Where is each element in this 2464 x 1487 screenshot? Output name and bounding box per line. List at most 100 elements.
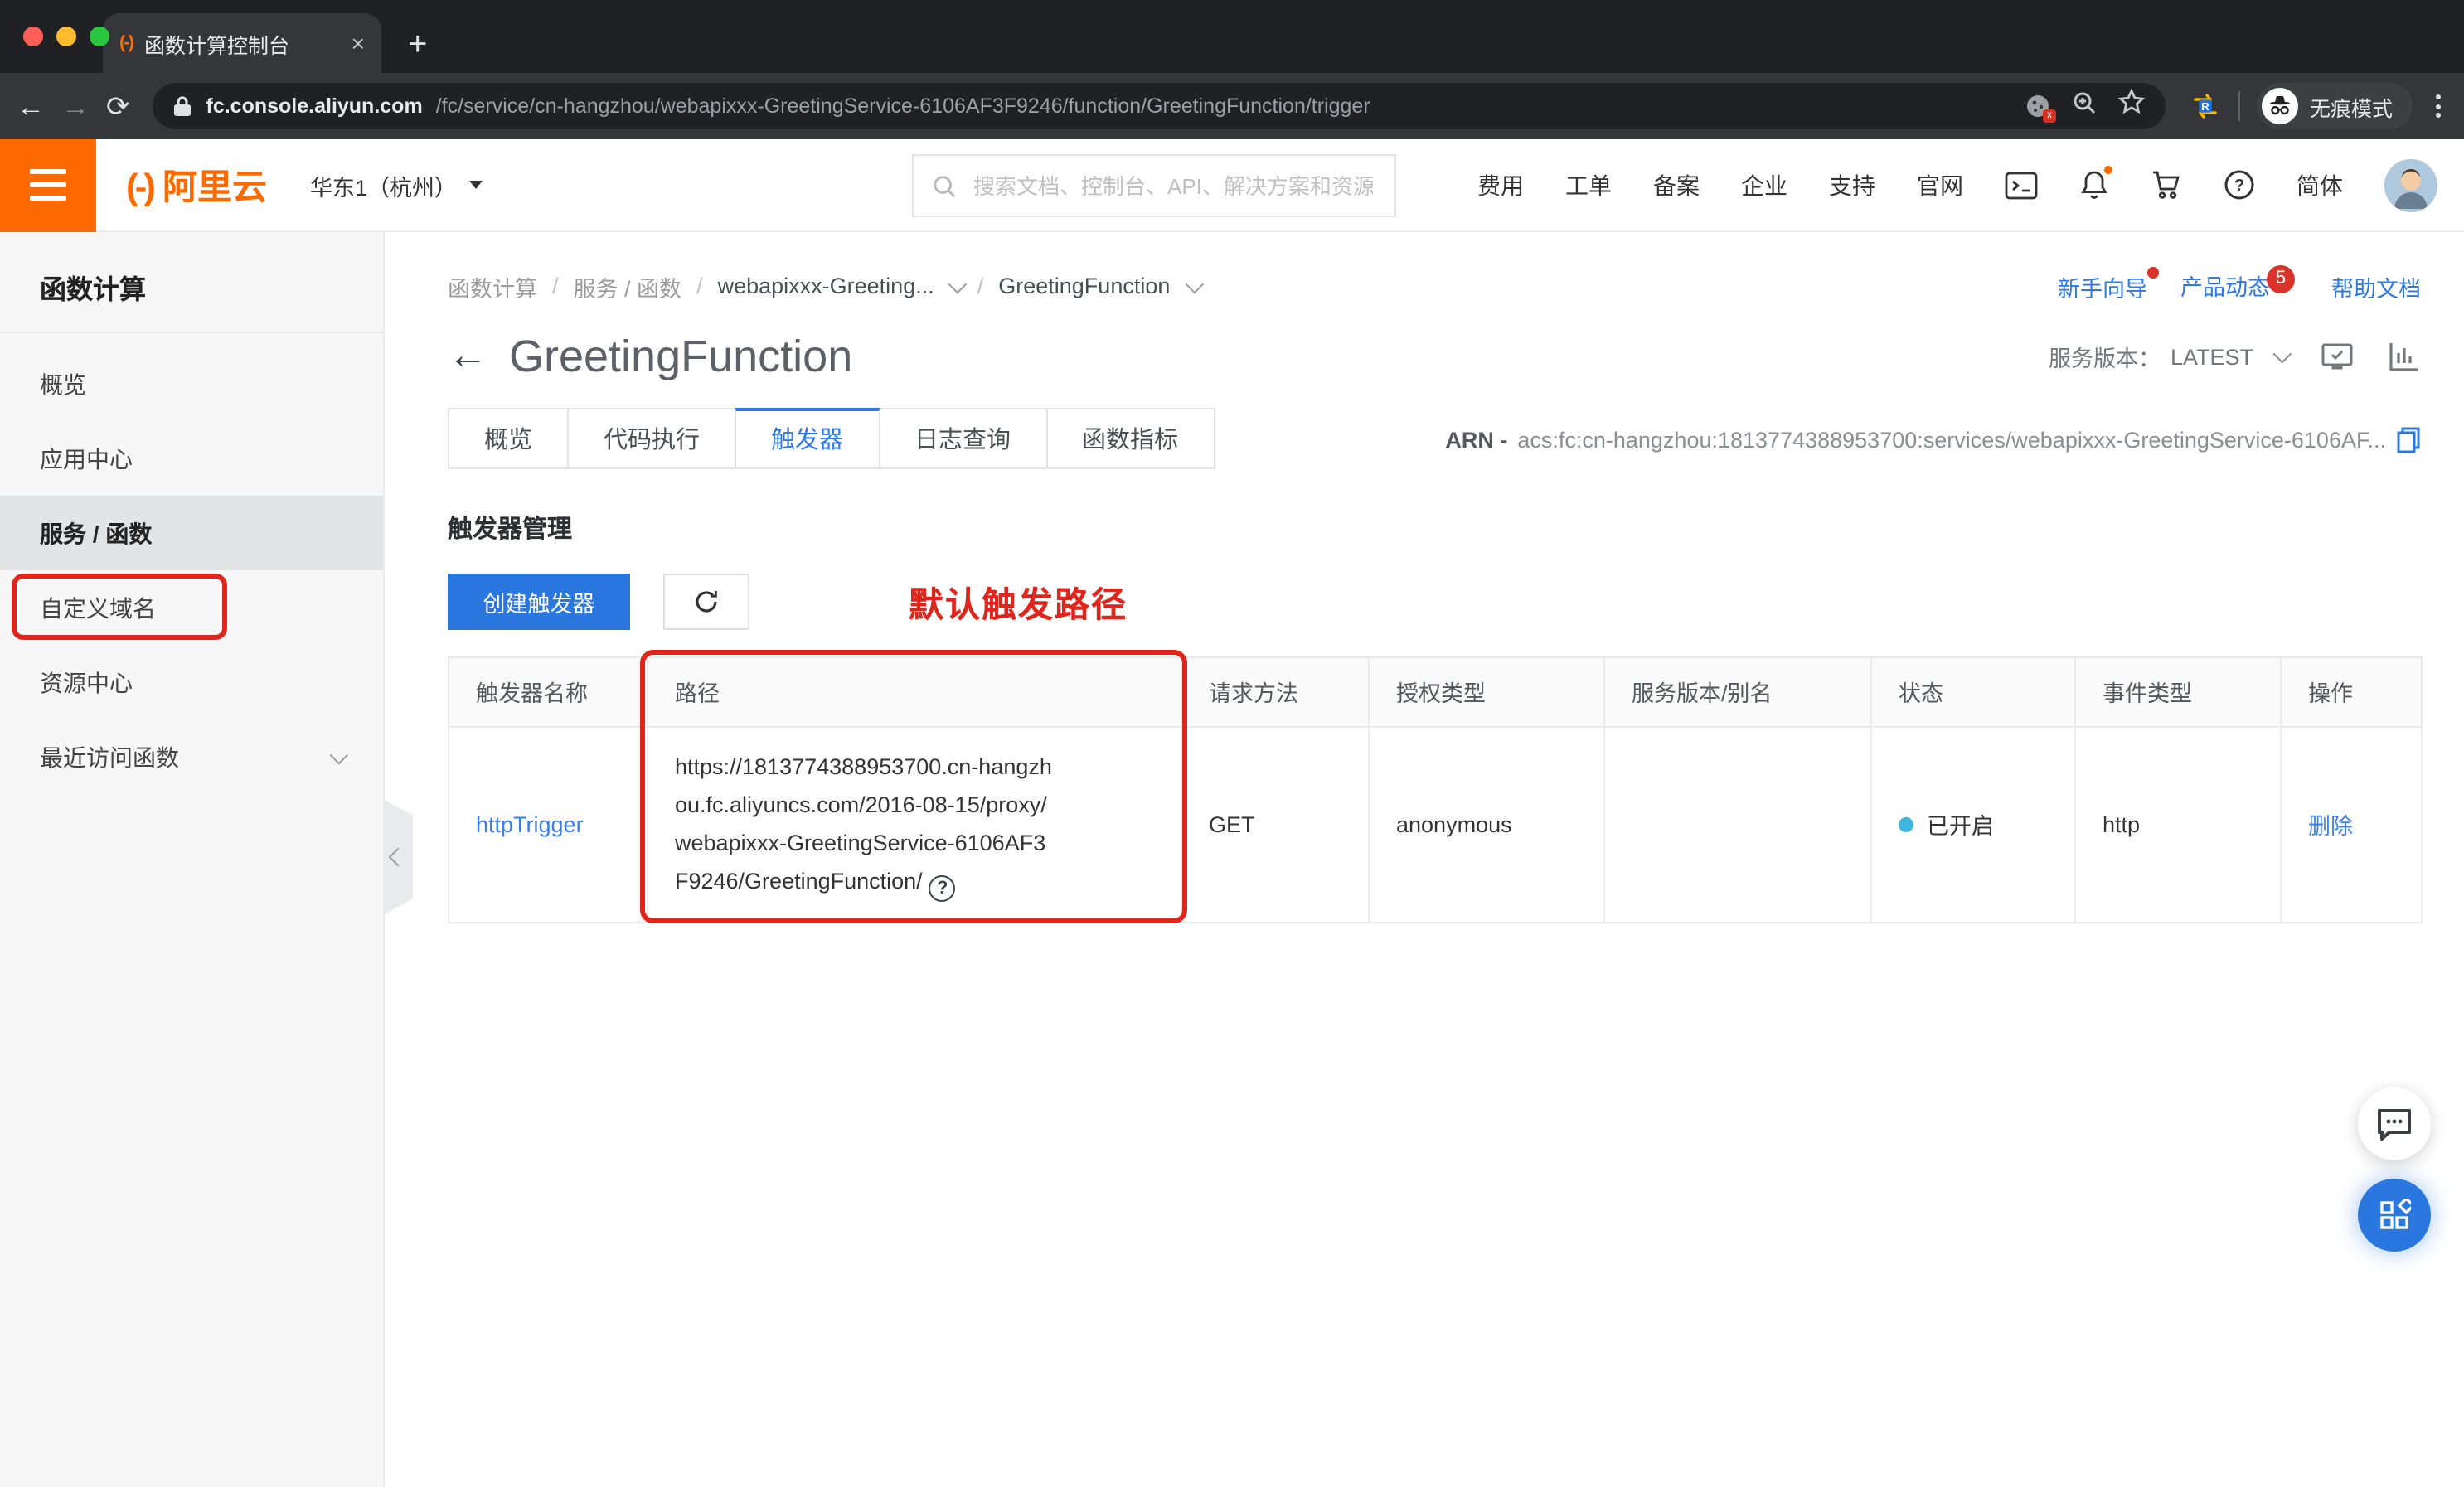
- window-zoom-button[interactable]: [90, 27, 109, 46]
- caret-down-icon: [468, 181, 482, 189]
- incognito-icon: [2261, 88, 2298, 124]
- help-icon[interactable]: ?: [2224, 169, 2255, 201]
- sidebar-item-resource-center[interactable]: 资源中心: [0, 645, 383, 719]
- create-trigger-button[interactable]: 创建触发器: [448, 573, 630, 629]
- col-method: 请求方法: [1181, 656, 1370, 727]
- language-selector[interactable]: 简体: [2297, 168, 2343, 201]
- nav-support[interactable]: 支持: [1829, 168, 1875, 201]
- sidebar-item-recent-functions[interactable]: 最近访问函数: [0, 719, 383, 794]
- copy-icon[interactable]: [2396, 425, 2421, 453]
- feedback-chat-button[interactable]: [2358, 1087, 2431, 1160]
- tab-logs[interactable]: 日志查询: [878, 407, 1047, 468]
- back-icon[interactable]: ←: [17, 92, 45, 120]
- refresh-button[interactable]: [663, 573, 749, 629]
- col-trigger-name: 触发器名称: [448, 656, 648, 727]
- reload-icon[interactable]: ⟳: [106, 92, 130, 120]
- address-bar[interactable]: fc.console.aliyun.com /fc/service/cn-han…: [153, 83, 2166, 129]
- nav-official-site[interactable]: 官网: [1917, 168, 1963, 201]
- incognito-label: 无痕模式: [2309, 97, 2393, 120]
- help-docs-link[interactable]: 帮助文档: [2331, 270, 2421, 303]
- tab-close-icon[interactable]: ×: [352, 31, 365, 55]
- console-header: (-) 阿里云 华东1（杭州） 费用 工单 备案 企业 支持 官网 ? 简体: [0, 138, 2464, 232]
- col-path: 路径: [647, 656, 1182, 727]
- toolbar-divider: [2238, 91, 2240, 121]
- new-tab-button[interactable]: +: [408, 28, 427, 61]
- browser-tab-title: 函数计算控制台: [144, 34, 290, 57]
- trigger-section-title: 触发器管理: [448, 515, 573, 543]
- tab-code-execution[interactable]: 代码执行: [567, 407, 736, 468]
- search-input[interactable]: [970, 172, 1376, 200]
- page-back-icon[interactable]: ←: [448, 336, 487, 376]
- event-type: http: [2074, 725, 2282, 923]
- sidebar-item-custom-domain[interactable]: 自定义域名: [0, 570, 383, 645]
- window-close-button[interactable]: [23, 27, 43, 46]
- metrics-chart-icon[interactable]: [2388, 341, 2421, 372]
- forward-icon[interactable]: →: [61, 92, 90, 120]
- url-path: /fc/service/cn-hangzhou/webapixxx-Greeti…: [435, 94, 1370, 118]
- lock-icon: [174, 96, 192, 116]
- tab-triggers[interactable]: 触发器: [735, 407, 880, 468]
- avatar[interactable]: [2384, 158, 2437, 211]
- aliyun-logo-text: 阿里云: [162, 168, 267, 206]
- browser-menu-icon[interactable]: [2429, 94, 2447, 118]
- aliyun-logo[interactable]: (-) 阿里云: [126, 160, 267, 210]
- page-title: GreetingFunction: [509, 331, 853, 380]
- breadcrumb-function-name[interactable]: GreetingFunction: [998, 274, 1204, 299]
- grid-diamond-icon: [2380, 1199, 2411, 1229]
- nav-billing[interactable]: 费用: [1477, 168, 1524, 201]
- incognito-badge: 无痕模式: [2256, 83, 2413, 129]
- col-version-alias: 服务版本/别名: [1603, 656, 1872, 727]
- breadcrumb-service-name[interactable]: webapixxx-Greeting...: [718, 274, 984, 299]
- extension-icon[interactable]: R: [2189, 90, 2222, 123]
- sidebar-collapse-handle[interactable]: [383, 799, 413, 915]
- widgets-button[interactable]: [2358, 1179, 2431, 1252]
- nav-icp[interactable]: 备案: [1653, 168, 1700, 201]
- breadcrumb-service-function[interactable]: 服务 / 函数: [574, 270, 703, 303]
- sidebar-item-overview[interactable]: 概览: [0, 346, 383, 421]
- sidebar-item-service-function[interactable]: 服务 / 函数: [0, 496, 383, 570]
- region-selector[interactable]: 华东1（杭州）: [310, 168, 482, 201]
- cart-icon[interactable]: [2151, 169, 2182, 201]
- cookie-blocked-icon[interactable]: x: [2025, 93, 2056, 123]
- sidebar-item-app-center[interactable]: 应用中心: [0, 421, 383, 496]
- header-nav: 费用 工单 备案 企业 支持 官网 ? 简体: [1477, 158, 2464, 211]
- tab-metrics[interactable]: 函数指标: [1045, 407, 1215, 468]
- arn-value: acs:fc:cn-hangzhou:1813774388953700:serv…: [1517, 427, 2386, 452]
- col-status: 状态: [1870, 656, 2076, 727]
- products-menu-button[interactable]: [0, 138, 96, 231]
- bookmark-star-icon[interactable]: [2117, 88, 2146, 124]
- arn-label: ARN -: [1445, 427, 1508, 452]
- chevron-left-icon: [388, 847, 408, 867]
- function-arn: ARN - acs:fc:cn-hangzhou:181377438895370…: [1445, 425, 2421, 468]
- table-header-row: 触发器名称 路径 请求方法 授权类型 服务版本/别名 状态 事件类型 操作: [448, 656, 2423, 727]
- browser-tab[interactable]: (-) 函数计算控制台 ×: [103, 13, 381, 73]
- status-badge: 已开启: [1899, 808, 2048, 841]
- nav-enterprise[interactable]: 企业: [1741, 168, 1787, 201]
- window-minimize-button[interactable]: [56, 27, 76, 46]
- cloudshell-icon[interactable]: [2005, 170, 2038, 200]
- nav-tickets[interactable]: 工单: [1565, 168, 1612, 201]
- product-updates-link[interactable]: 产品动态 5: [2180, 264, 2298, 304]
- chevron-down-icon[interactable]: [948, 274, 968, 293]
- trigger-name-link[interactable]: httpTrigger: [476, 812, 584, 837]
- monitor-check-icon[interactable]: [2320, 341, 2355, 372]
- search-icon: [934, 175, 956, 197]
- path-help-icon[interactable]: ?: [929, 875, 956, 902]
- version-label: 服务版本：: [2048, 346, 2161, 371]
- trigger-path: https://1813774388953700.cn-hangzhou.fc.…: [675, 747, 1056, 902]
- global-search[interactable]: [912, 154, 1396, 217]
- zoom-page-icon[interactable]: [2071, 89, 2098, 124]
- svg-text:R: R: [2201, 100, 2209, 113]
- breadcrumb: 函数计算 服务 / 函数 webapixxx-Greeting... Greet…: [448, 270, 1204, 303]
- beginner-guide-link[interactable]: 新手向导: [2058, 266, 2159, 303]
- updates-count-badge: 5: [2267, 264, 2295, 293]
- breadcrumb-function-compute[interactable]: 函数计算: [448, 270, 559, 303]
- service-version-selector[interactable]: 服务版本： LATEST: [2049, 340, 2421, 373]
- col-actions: 操作: [2280, 656, 2423, 727]
- notifications-bell-icon[interactable]: [2079, 166, 2112, 201]
- delete-link[interactable]: 删除: [2308, 815, 2353, 840]
- quick-links: 新手向导 产品动态 5 帮助文档: [2058, 264, 2421, 304]
- chevron-down-icon[interactable]: [1184, 274, 1204, 293]
- status-dot-icon: [1899, 816, 1913, 832]
- tab-overview[interactable]: 概览: [448, 407, 569, 468]
